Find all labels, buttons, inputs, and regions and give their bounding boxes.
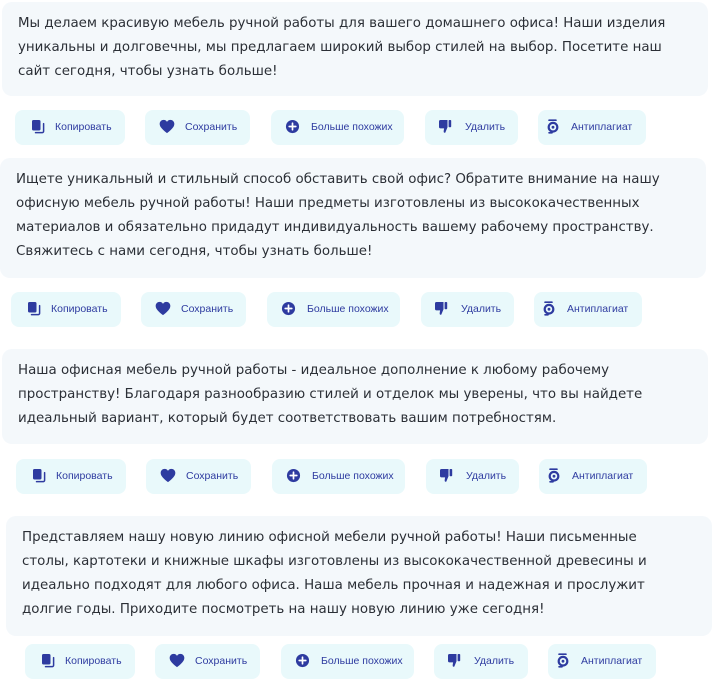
copy-label: Копировать [56,470,113,482]
more-like-label: Больше похожих [311,121,393,133]
heart-icon [169,652,185,668]
more-like-button[interactable]: Больше похожих [267,292,400,327]
result-card: Наша офисная мебель ручной работы - идеа… [2,349,708,444]
more-like-button[interactable]: Больше похожих [281,644,414,679]
plus-circle-icon [284,118,300,134]
heart-icon [155,300,171,316]
copy-label: Копировать [51,303,108,315]
save-button[interactable]: Сохранить [146,459,251,494]
copy-icon [26,300,42,316]
copy-button[interactable]: Копировать [16,459,126,494]
antiplagiat-label: Антиплагиат [572,470,634,482]
copy-icon [31,467,47,483]
thumbs-down-icon [438,467,454,483]
result-card: Ищете уникальный и стильный способ обста… [0,158,706,278]
thumbs-down-icon [437,118,453,134]
thumbs-down-icon [433,300,449,316]
result-text[interactable]: Наша офисная мебель ручной работы - идеа… [18,359,692,431]
antiplagiat-label: Антиплагиат [581,655,643,667]
copy-icon [30,118,46,134]
copy-label: Копировать [55,121,112,133]
more-like-label: Больше похожих [312,470,394,482]
result-text[interactable]: Мы делаем красивую мебель ручной работы … [18,12,668,84]
antiplagiat-icon [545,118,561,134]
antiplagiat-button[interactable]: Антиплагиат [538,110,646,145]
delete-label: Удалить [465,121,506,133]
plus-circle-icon [285,467,301,483]
plus-circle-icon [280,300,296,316]
delete-label: Удалить [461,303,502,315]
antiplagiat-label: Антиплагиат [571,121,633,133]
save-label: Сохранить [186,470,239,482]
more-like-button[interactable]: Больше похожих [272,459,405,494]
delete-button[interactable]: Удалить [425,110,518,145]
result-card: Мы делаем красивую мебель ручной работы … [2,2,708,96]
more-like-button[interactable]: Больше похожих [271,110,404,145]
antiplagiat-button[interactable]: Антиплагиат [539,459,647,494]
copy-icon [40,652,56,668]
save-button[interactable]: Сохранить [145,110,250,145]
heart-icon [160,467,176,483]
save-button[interactable]: Сохранить [141,292,246,327]
antiplagiat-icon [555,652,571,668]
delete-button[interactable]: Удалить [426,459,519,494]
delete-label: Удалить [466,470,507,482]
result-text[interactable]: Представляем нашу новую линию офисной ме… [22,526,662,622]
antiplagiat-button[interactable]: Антиплагиат [534,292,642,327]
delete-button[interactable]: Удалить [421,292,514,327]
delete-button[interactable]: Удалить [434,644,528,679]
save-button[interactable]: Сохранить [155,644,260,679]
save-label: Сохранить [185,121,238,133]
copy-button[interactable]: Копировать [15,110,125,145]
antiplagiat-icon [541,300,557,316]
copy-label: Копировать [65,655,122,667]
more-like-label: Больше похожих [321,655,403,667]
save-label: Сохранить [195,655,248,667]
copy-button[interactable]: Копировать [25,644,135,679]
heart-icon [159,118,175,134]
delete-label: Удалить [474,655,515,667]
more-like-label: Больше похожих [307,303,389,315]
result-card: Представляем нашу новую линию офисной ме… [6,516,712,636]
antiplagiat-label: Антиплагиат [567,303,629,315]
result-text[interactable]: Ищете уникальный и стильный способ обста… [16,168,696,264]
plus-circle-icon [294,652,310,668]
antiplagiat-icon [546,467,562,483]
antiplagiat-button[interactable]: Антиплагиат [548,644,656,679]
copy-button[interactable]: Копировать [11,292,121,327]
thumbs-down-icon [446,652,462,668]
save-label: Сохранить [181,303,234,315]
